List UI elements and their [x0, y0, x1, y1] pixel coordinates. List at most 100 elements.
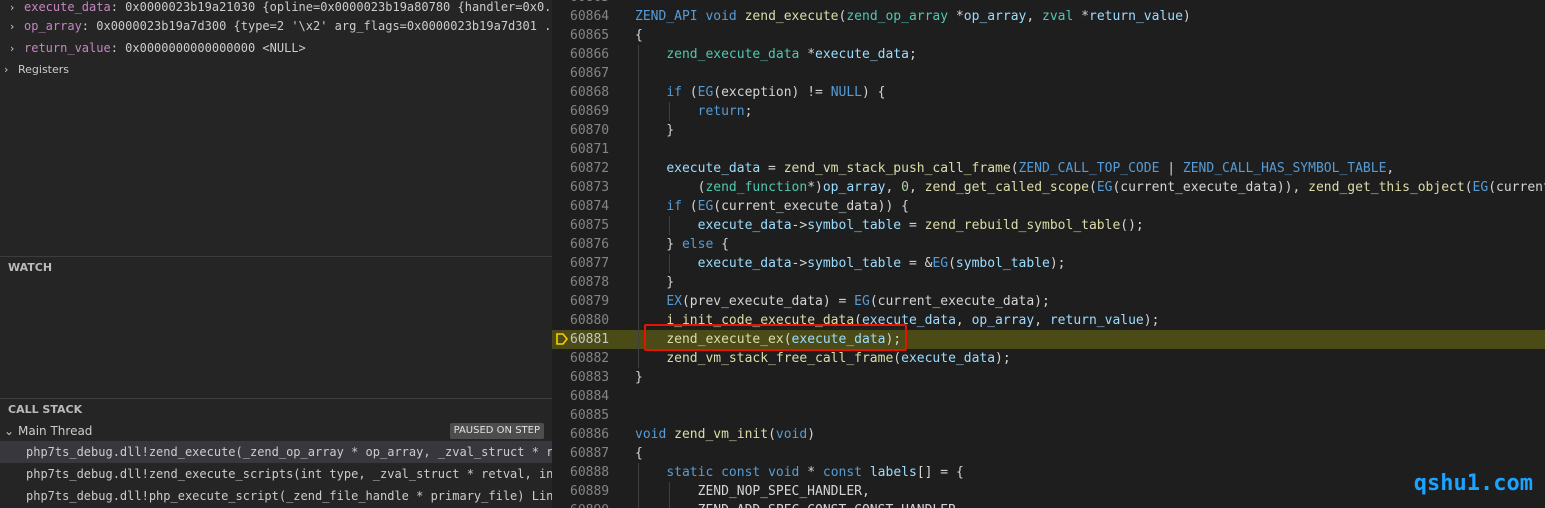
code-text: void zend_vm_init(void)	[635, 427, 816, 442]
code-text: {	[635, 446, 643, 461]
code-line[interactable]: 60870 }	[552, 121, 1545, 140]
code-line[interactable]: 60869 return;	[552, 102, 1545, 121]
indent-guide	[669, 216, 670, 235]
line-number[interactable]: 60874	[570, 197, 618, 216]
line-number[interactable]: 60864	[570, 7, 618, 26]
line-number[interactable]: 60869	[570, 102, 618, 121]
code-line[interactable]: 60866 zend_execute_data *execute_data;	[552, 45, 1545, 64]
line-number[interactable]: 60870	[570, 121, 618, 140]
line-number[interactable]: 60885	[570, 406, 618, 425]
line-number[interactable]: 60868	[570, 83, 618, 102]
code-text: }	[635, 123, 675, 138]
code-text: {	[635, 28, 643, 43]
code-line[interactable]: 60876 } else {	[552, 235, 1545, 254]
code-line[interactable]: 60865 {	[552, 26, 1545, 45]
code-line[interactable]: 60875 execute_data->symbol_table = zend_…	[552, 216, 1545, 235]
code-text: ZEND_API void zend_execute(zend_op_array…	[635, 9, 1191, 24]
chevron-down-icon[interactable]: ⌄	[4, 420, 14, 442]
code-line[interactable]: 60889 ZEND_NOP_SPEC_HANDLER,	[552, 482, 1545, 501]
line-number[interactable]: 60876	[570, 235, 618, 254]
stack-frame[interactable]: php7ts_debug.dll!php_execute_script(_zen…	[0, 485, 552, 507]
registers-node[interactable]: › Registers	[0, 59, 552, 81]
current-execution-arrow-icon[interactable]	[556, 333, 568, 345]
line-number[interactable]: 60866	[570, 45, 618, 64]
line-number[interactable]: 60882	[570, 349, 618, 368]
code-line[interactable]: 60877 execute_data->symbol_table = &EG(s…	[552, 254, 1545, 273]
line-number[interactable]: 60889	[570, 482, 618, 501]
line-number[interactable]: 60872	[570, 159, 618, 178]
code-line[interactable]: 60867	[552, 64, 1545, 83]
code-text: if (EG(current_execute_data)) {	[666, 199, 909, 214]
code-line[interactable]: 60882 zend_vm_stack_free_call_frame(exec…	[552, 349, 1545, 368]
line-number[interactable]: 60877	[570, 254, 618, 273]
indent-guide	[638, 463, 639, 508]
annotation-highlight-box	[644, 324, 907, 351]
code-line[interactable]: 60864 ZEND_API void zend_execute(zend_op_…	[552, 7, 1545, 26]
stack-frame[interactable]: php7ts_debug.dll!zend_execute(_zend_op_a…	[0, 441, 552, 463]
line-number[interactable]: 60881	[570, 330, 618, 349]
code-line[interactable]: 60888 static const void * const labels[]…	[552, 463, 1545, 482]
code-line[interactable]: 60890 ZEND_ADD_SPEC_CONST_CONST_HANDLER,	[552, 501, 1545, 508]
line-number[interactable]: 60865	[570, 26, 618, 45]
chevron-right-icon[interactable]: ›	[10, 38, 20, 59]
watch-title: WATCH	[8, 261, 53, 274]
code-line[interactable]: 60884	[552, 387, 1545, 406]
code-text: ZEND_NOP_SPEC_HANDLER,	[635, 484, 870, 499]
code-line[interactable]: 60887 {	[552, 444, 1545, 463]
code-text: ZEND_ADD_SPEC_CONST_CONST_HANDLER,	[635, 501, 964, 508]
indent-guide	[638, 45, 639, 368]
code-text: return;	[697, 104, 753, 119]
watch-section-header[interactable]: WATCH	[0, 256, 552, 278]
code-line[interactable]: 60873 (zend_function*)op_array, 0, zend_…	[552, 178, 1545, 197]
code-line[interactable]: 60868 if (EG(exception) != NULL) {	[552, 83, 1545, 102]
code-line[interactable]: 60863	[552, 0, 1545, 7]
callstack-section-header[interactable]: CALL STACK	[0, 398, 552, 420]
stack-frame[interactable]: php7ts_debug.dll!zend_execute_scripts(in…	[0, 463, 552, 485]
code-line[interactable]: 60886 void zend_vm_init(void)	[552, 425, 1545, 444]
code-text: execute_data->symbol_table = &EG(symbol_…	[697, 256, 1066, 271]
thread-row-main[interactable]: ⌄ Main Thread PAUSED ON STEP	[0, 420, 552, 442]
line-number[interactable]: 60884	[570, 387, 618, 406]
variable-row-return-value[interactable]: › return_value: 0x0000000000000000 <NULL>	[0, 37, 552, 59]
registers-label: Registers	[18, 63, 70, 76]
line-number[interactable]: 60887	[570, 444, 618, 463]
line-number[interactable]: 60863	[570, 0, 618, 7]
code-line[interactable]: 60879 EX(prev_execute_data) = EG(current…	[552, 292, 1545, 311]
line-number[interactable]: 60888	[570, 463, 618, 482]
chevron-right-icon[interactable]: ›	[10, 16, 20, 37]
code-text: }	[635, 370, 643, 385]
line-number[interactable]: 60878	[570, 273, 618, 292]
variable-row-op-array[interactable]: › op_array: 0x0000023b19a7d300 {type=2 '\…	[0, 15, 552, 37]
line-number[interactable]: 60883	[570, 368, 618, 387]
line-number[interactable]: 60875	[570, 216, 618, 235]
code-line[interactable]: 60883}	[552, 368, 1545, 387]
chevron-right-icon[interactable]: ›	[4, 59, 14, 81]
line-number[interactable]: 60879	[570, 292, 618, 311]
code-line[interactable]: 60878 }	[552, 273, 1545, 292]
code-line[interactable]: 60874 if (EG(current_execute_data)) {	[552, 197, 1545, 216]
line-number[interactable]: 60871	[570, 140, 618, 159]
code-text: EX(prev_execute_data) = EG(current_execu…	[666, 294, 1050, 309]
code-text: zend_execute_data *execute_data;	[666, 47, 917, 62]
code-text: zend_vm_stack_free_call_frame(execute_da…	[666, 351, 1011, 366]
indent-guide	[669, 482, 670, 508]
code-editor[interactable]: 6086360864 ZEND_API void zend_execute(zen…	[552, 0, 1545, 508]
code-text: }	[635, 275, 675, 290]
paused-status-badge: PAUSED ON STEP	[449, 423, 544, 439]
callstack-title: CALL STACK	[8, 403, 83, 416]
line-number[interactable]: 60886	[570, 425, 618, 444]
debug-sidebar: › execute_data: 0x0000023b19a21030 {oplin…	[0, 0, 552, 508]
code-text: execute_data = zend_vm_stack_push_call_f…	[666, 161, 1395, 176]
code-text: (zend_function*)op_array, 0, zend_get_ca…	[635, 180, 1545, 195]
code-text: } else {	[635, 237, 729, 252]
line-number[interactable]: 60867	[570, 64, 618, 83]
code-text: if (EG(exception) != NULL) {	[666, 85, 886, 100]
code-line[interactable]: 60885	[552, 406, 1545, 425]
code-line[interactable]: 60872 execute_data = zend_vm_stack_push_…	[552, 159, 1545, 178]
line-number[interactable]: 60880	[570, 311, 618, 330]
code-text: static const void * const labels[] = {	[666, 465, 964, 480]
indent-guide	[669, 102, 670, 121]
line-number[interactable]: 60890	[570, 501, 618, 508]
code-line[interactable]: 60871	[552, 140, 1545, 159]
line-number[interactable]: 60873	[570, 178, 618, 197]
